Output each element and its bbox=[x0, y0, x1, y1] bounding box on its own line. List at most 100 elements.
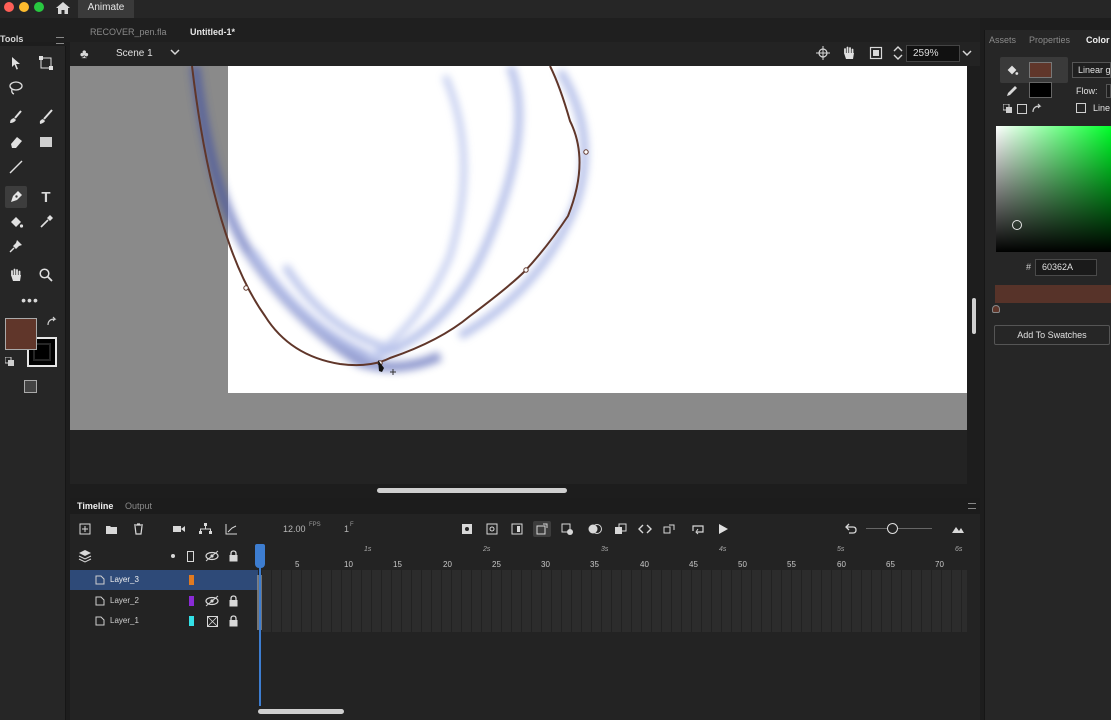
frame-size-slider-handle[interactable] bbox=[887, 523, 898, 534]
playhead-line[interactable] bbox=[259, 546, 261, 706]
play-icon[interactable] bbox=[715, 521, 731, 537]
onion-skin-icon[interactable] bbox=[587, 521, 603, 537]
brush-tool-icon[interactable] bbox=[5, 106, 27, 128]
eraser-tool-icon[interactable] bbox=[5, 131, 27, 153]
free-transform-tool-icon[interactable] bbox=[35, 52, 57, 74]
pen-path[interactable] bbox=[191, 66, 589, 367]
tab-recover-pen[interactable]: RECOVER_pen.fla bbox=[80, 22, 177, 42]
gradient-stop-handle[interactable] bbox=[992, 305, 1000, 313]
frame-size-slider-track[interactable] bbox=[866, 528, 932, 529]
stage-horizontal-scrollbar[interactable] bbox=[377, 488, 567, 493]
tab-color[interactable]: Color bbox=[1086, 35, 1110, 45]
text-tool-icon[interactable]: T bbox=[35, 186, 57, 208]
layer-2-color-chip[interactable] bbox=[189, 596, 194, 606]
color-picker-handle[interactable] bbox=[1012, 220, 1022, 230]
color-panel-fill-swatch[interactable] bbox=[1029, 62, 1052, 78]
fit-timeline-icon[interactable] bbox=[950, 521, 966, 537]
tab-assets[interactable]: Assets bbox=[989, 35, 1016, 45]
zoom-chevron-down-icon[interactable] bbox=[961, 47, 973, 59]
selection-tool-icon[interactable] bbox=[5, 52, 27, 74]
rectangle-tool-icon[interactable] bbox=[35, 131, 57, 153]
current-frame-value[interactable]: 1 bbox=[344, 524, 349, 534]
lock-all-icon[interactable] bbox=[228, 550, 239, 562]
frames-grid[interactable] bbox=[262, 570, 967, 632]
lasso-tool-icon[interactable] bbox=[5, 77, 27, 99]
graph-icon[interactable] bbox=[223, 521, 239, 537]
insert-keyframe-icon[interactable] bbox=[459, 521, 475, 537]
layer-2-hidden-icon[interactable] bbox=[205, 595, 219, 607]
layer-3-name[interactable]: Layer_3 bbox=[110, 575, 139, 584]
swap-colors-icon[interactable] bbox=[46, 316, 58, 328]
layer-3-color-chip[interactable] bbox=[189, 575, 194, 585]
sync-symbols-icon[interactable] bbox=[661, 521, 677, 537]
tab-untitled-1[interactable]: Untitled-1* bbox=[180, 22, 245, 42]
panel-menu-icon[interactable] bbox=[56, 37, 64, 44]
camera-icon[interactable] bbox=[171, 521, 187, 537]
zoom-stepper-icon[interactable] bbox=[892, 44, 904, 62]
layer-2-name[interactable]: Layer_2 bbox=[110, 596, 139, 605]
frame-navigate-icon[interactable] bbox=[637, 521, 653, 537]
fill-color-swatch[interactable] bbox=[5, 318, 37, 350]
fps-value[interactable]: 12.00 bbox=[283, 524, 306, 534]
paint-bucket-tool-icon[interactable] bbox=[5, 211, 27, 233]
clip-content-icon[interactable] bbox=[869, 46, 883, 60]
swap-fill-stroke-icon[interactable] bbox=[1031, 103, 1043, 115]
remove-tween-icon[interactable] bbox=[559, 521, 575, 537]
timeline-horizontal-scrollbar[interactable] bbox=[258, 709, 344, 714]
layer-1-lock-icon[interactable] bbox=[228, 615, 239, 627]
tab-properties[interactable]: Properties bbox=[1029, 35, 1070, 45]
artwork-layer[interactable] bbox=[70, 66, 967, 393]
color-picker-field[interactable] bbox=[996, 126, 1111, 252]
visibility-all-icon[interactable] bbox=[205, 550, 219, 562]
add-to-swatches-button[interactable]: Add To Swatches bbox=[994, 325, 1110, 345]
line-tool-icon[interactable] bbox=[5, 156, 27, 178]
layer-2-lock-icon[interactable] bbox=[228, 595, 239, 607]
more-tools-icon[interactable]: ••• bbox=[19, 289, 41, 311]
highlight-layers-icon[interactable] bbox=[171, 554, 175, 558]
color-panel-stroke-swatch[interactable] bbox=[1029, 82, 1052, 98]
gradient-preview-bar[interactable] bbox=[995, 285, 1111, 303]
linear-rgb-checkbox[interactable] bbox=[1076, 103, 1086, 113]
minimize-window-button[interactable] bbox=[19, 2, 29, 12]
layer-1-color-chip[interactable] bbox=[189, 616, 194, 626]
hand-tool-icon[interactable] bbox=[5, 264, 27, 286]
center-stage-icon[interactable] bbox=[816, 46, 830, 60]
home-icon[interactable] bbox=[55, 1, 71, 15]
scene-name[interactable]: Scene 1 bbox=[116, 48, 153, 59]
paint-brush-tool-icon[interactable] bbox=[35, 106, 57, 128]
zoom-tool-icon[interactable] bbox=[35, 264, 57, 286]
layer-1-outline-icon[interactable] bbox=[207, 616, 218, 627]
edit-multiple-frames-icon[interactable] bbox=[612, 521, 628, 537]
no-color-icon[interactable] bbox=[1017, 104, 1027, 114]
pen-tool-icon[interactable] bbox=[5, 186, 27, 208]
tab-timeline[interactable]: Timeline bbox=[77, 501, 113, 511]
loop-icon[interactable] bbox=[690, 521, 706, 537]
rotate-stage-icon[interactable] bbox=[841, 45, 857, 61]
insert-tween-icon[interactable] bbox=[533, 521, 551, 537]
layer-parenting-icon[interactable] bbox=[197, 521, 213, 537]
close-window-button[interactable] bbox=[4, 2, 14, 12]
insert-frame-icon[interactable] bbox=[509, 521, 525, 537]
hex-color-input[interactable]: 60362A bbox=[1035, 259, 1097, 276]
delete-layer-icon[interactable] bbox=[130, 521, 146, 537]
new-folder-icon[interactable] bbox=[103, 521, 119, 537]
object-drawing-icon[interactable] bbox=[24, 380, 37, 393]
fill-type-select[interactable]: Linear g bbox=[1072, 62, 1111, 78]
tab-output[interactable]: Output bbox=[125, 501, 152, 511]
outline-layers-icon[interactable] bbox=[187, 551, 194, 562]
stage-vertical-scrollbar[interactable] bbox=[972, 298, 976, 334]
maximize-window-button[interactable] bbox=[34, 2, 44, 12]
scene-chevron-down-icon[interactable] bbox=[169, 46, 181, 58]
fill-bucket-icon[interactable] bbox=[1005, 63, 1019, 77]
stroke-pencil-icon[interactable] bbox=[1005, 84, 1019, 98]
black-white-icon[interactable] bbox=[1002, 103, 1013, 114]
timeline-panel-menu-icon[interactable] bbox=[968, 503, 976, 509]
eyedropper-tool-icon[interactable] bbox=[35, 211, 57, 233]
insert-blank-keyframe-icon[interactable] bbox=[484, 521, 500, 537]
zoom-input[interactable]: 259% bbox=[906, 45, 960, 62]
default-colors-icon[interactable] bbox=[4, 356, 15, 367]
layer-1-name[interactable]: Layer_1 bbox=[110, 616, 139, 625]
pin-tool-icon[interactable] bbox=[5, 235, 27, 257]
undo-icon[interactable] bbox=[842, 521, 858, 537]
new-layer-icon[interactable] bbox=[77, 521, 93, 537]
